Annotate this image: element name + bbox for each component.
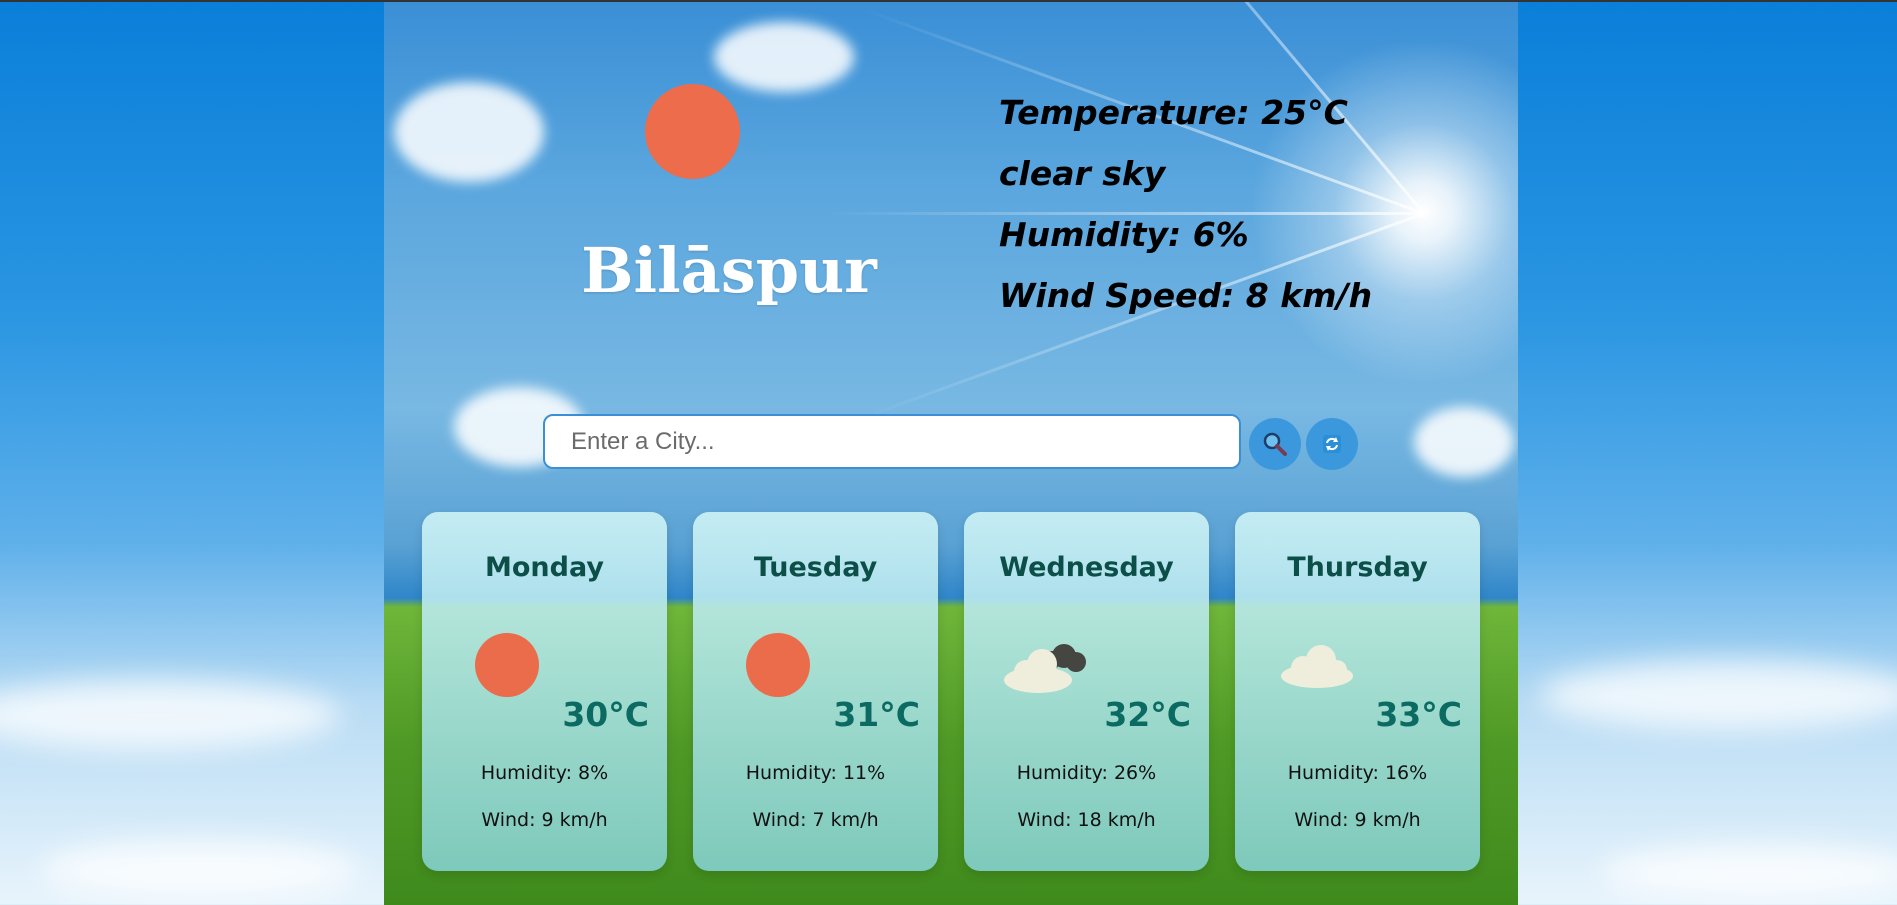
forecast-humidity: Humidity: 8% (480, 762, 609, 784)
forecast-humidity: Humidity: 11% (745, 762, 886, 784)
humidity-text: Humidity: 6% (999, 215, 1249, 254)
background-cloud (394, 82, 544, 182)
condition-text: clear sky (999, 154, 1166, 193)
magnifier-icon (1263, 432, 1287, 456)
forecast-temperature: 32°C (1104, 695, 1191, 734)
forecast-card-monday: Monday 30°C Humidity: 8% Wind: 9 km/h (422, 512, 667, 871)
forecast-day: Monday (485, 552, 604, 583)
dark-cloud-icon (1004, 644, 1086, 693)
city-name: Bilāspur (581, 234, 877, 307)
weather-app: Bilāspur Temperature: 25°C clear sky Hum… (384, 2, 1518, 905)
forecast-card-wednesday: Wednesday 32°C Humidity: 26% Wind: 18 km… (964, 512, 1209, 871)
background-cloud (0, 680, 340, 750)
refresh-button[interactable] (1306, 418, 1358, 470)
forecast-card-thursday: Thursday 33°C Humidity: 16% Wind: 9 km/h (1235, 512, 1480, 871)
wind-speed-text: Wind Speed: 8 km/h (999, 276, 1373, 315)
forecast-temperature: 30°C (562, 695, 649, 734)
background-cloud (1540, 660, 1897, 730)
city-search-input[interactable] (543, 414, 1241, 469)
background-cloud (1600, 845, 1897, 900)
current-weather-sun-icon (645, 84, 740, 179)
search-button[interactable] (1249, 418, 1301, 470)
forecast-wind: Wind: 9 km/h (1294, 809, 1421, 831)
cloud-icon (1281, 645, 1353, 688)
current-weather-stats: Temperature: 25°C clear sky Humidity: 6%… (999, 82, 1372, 326)
forecast-temperature: 33°C (1375, 695, 1462, 734)
forecast-wind: Wind: 9 km/h (481, 809, 608, 831)
forecast-humidity: Humidity: 16% (1287, 762, 1428, 784)
forecast-day: Wednesday (999, 552, 1174, 583)
forecast-card-tuesday: Tuesday 31°C Humidity: 11% Wind: 7 km/h (693, 512, 938, 871)
forecast-day: Thursday (1287, 552, 1428, 583)
sun-icon (746, 633, 810, 697)
forecast-humidity: Humidity: 26% (1016, 762, 1157, 784)
forecast-temperature: 31°C (833, 695, 920, 734)
refresh-icon (1323, 435, 1341, 453)
sun-icon (475, 633, 539, 697)
background-cloud (1414, 407, 1514, 477)
forecast-wind: Wind: 7 km/h (752, 809, 879, 831)
forecast-wind: Wind: 18 km/h (1017, 809, 1156, 831)
background-cloud (714, 22, 854, 92)
background-cloud (40, 840, 360, 900)
forecast-day: Tuesday (753, 552, 878, 583)
temperature-text: Temperature: 25°C (999, 93, 1348, 132)
